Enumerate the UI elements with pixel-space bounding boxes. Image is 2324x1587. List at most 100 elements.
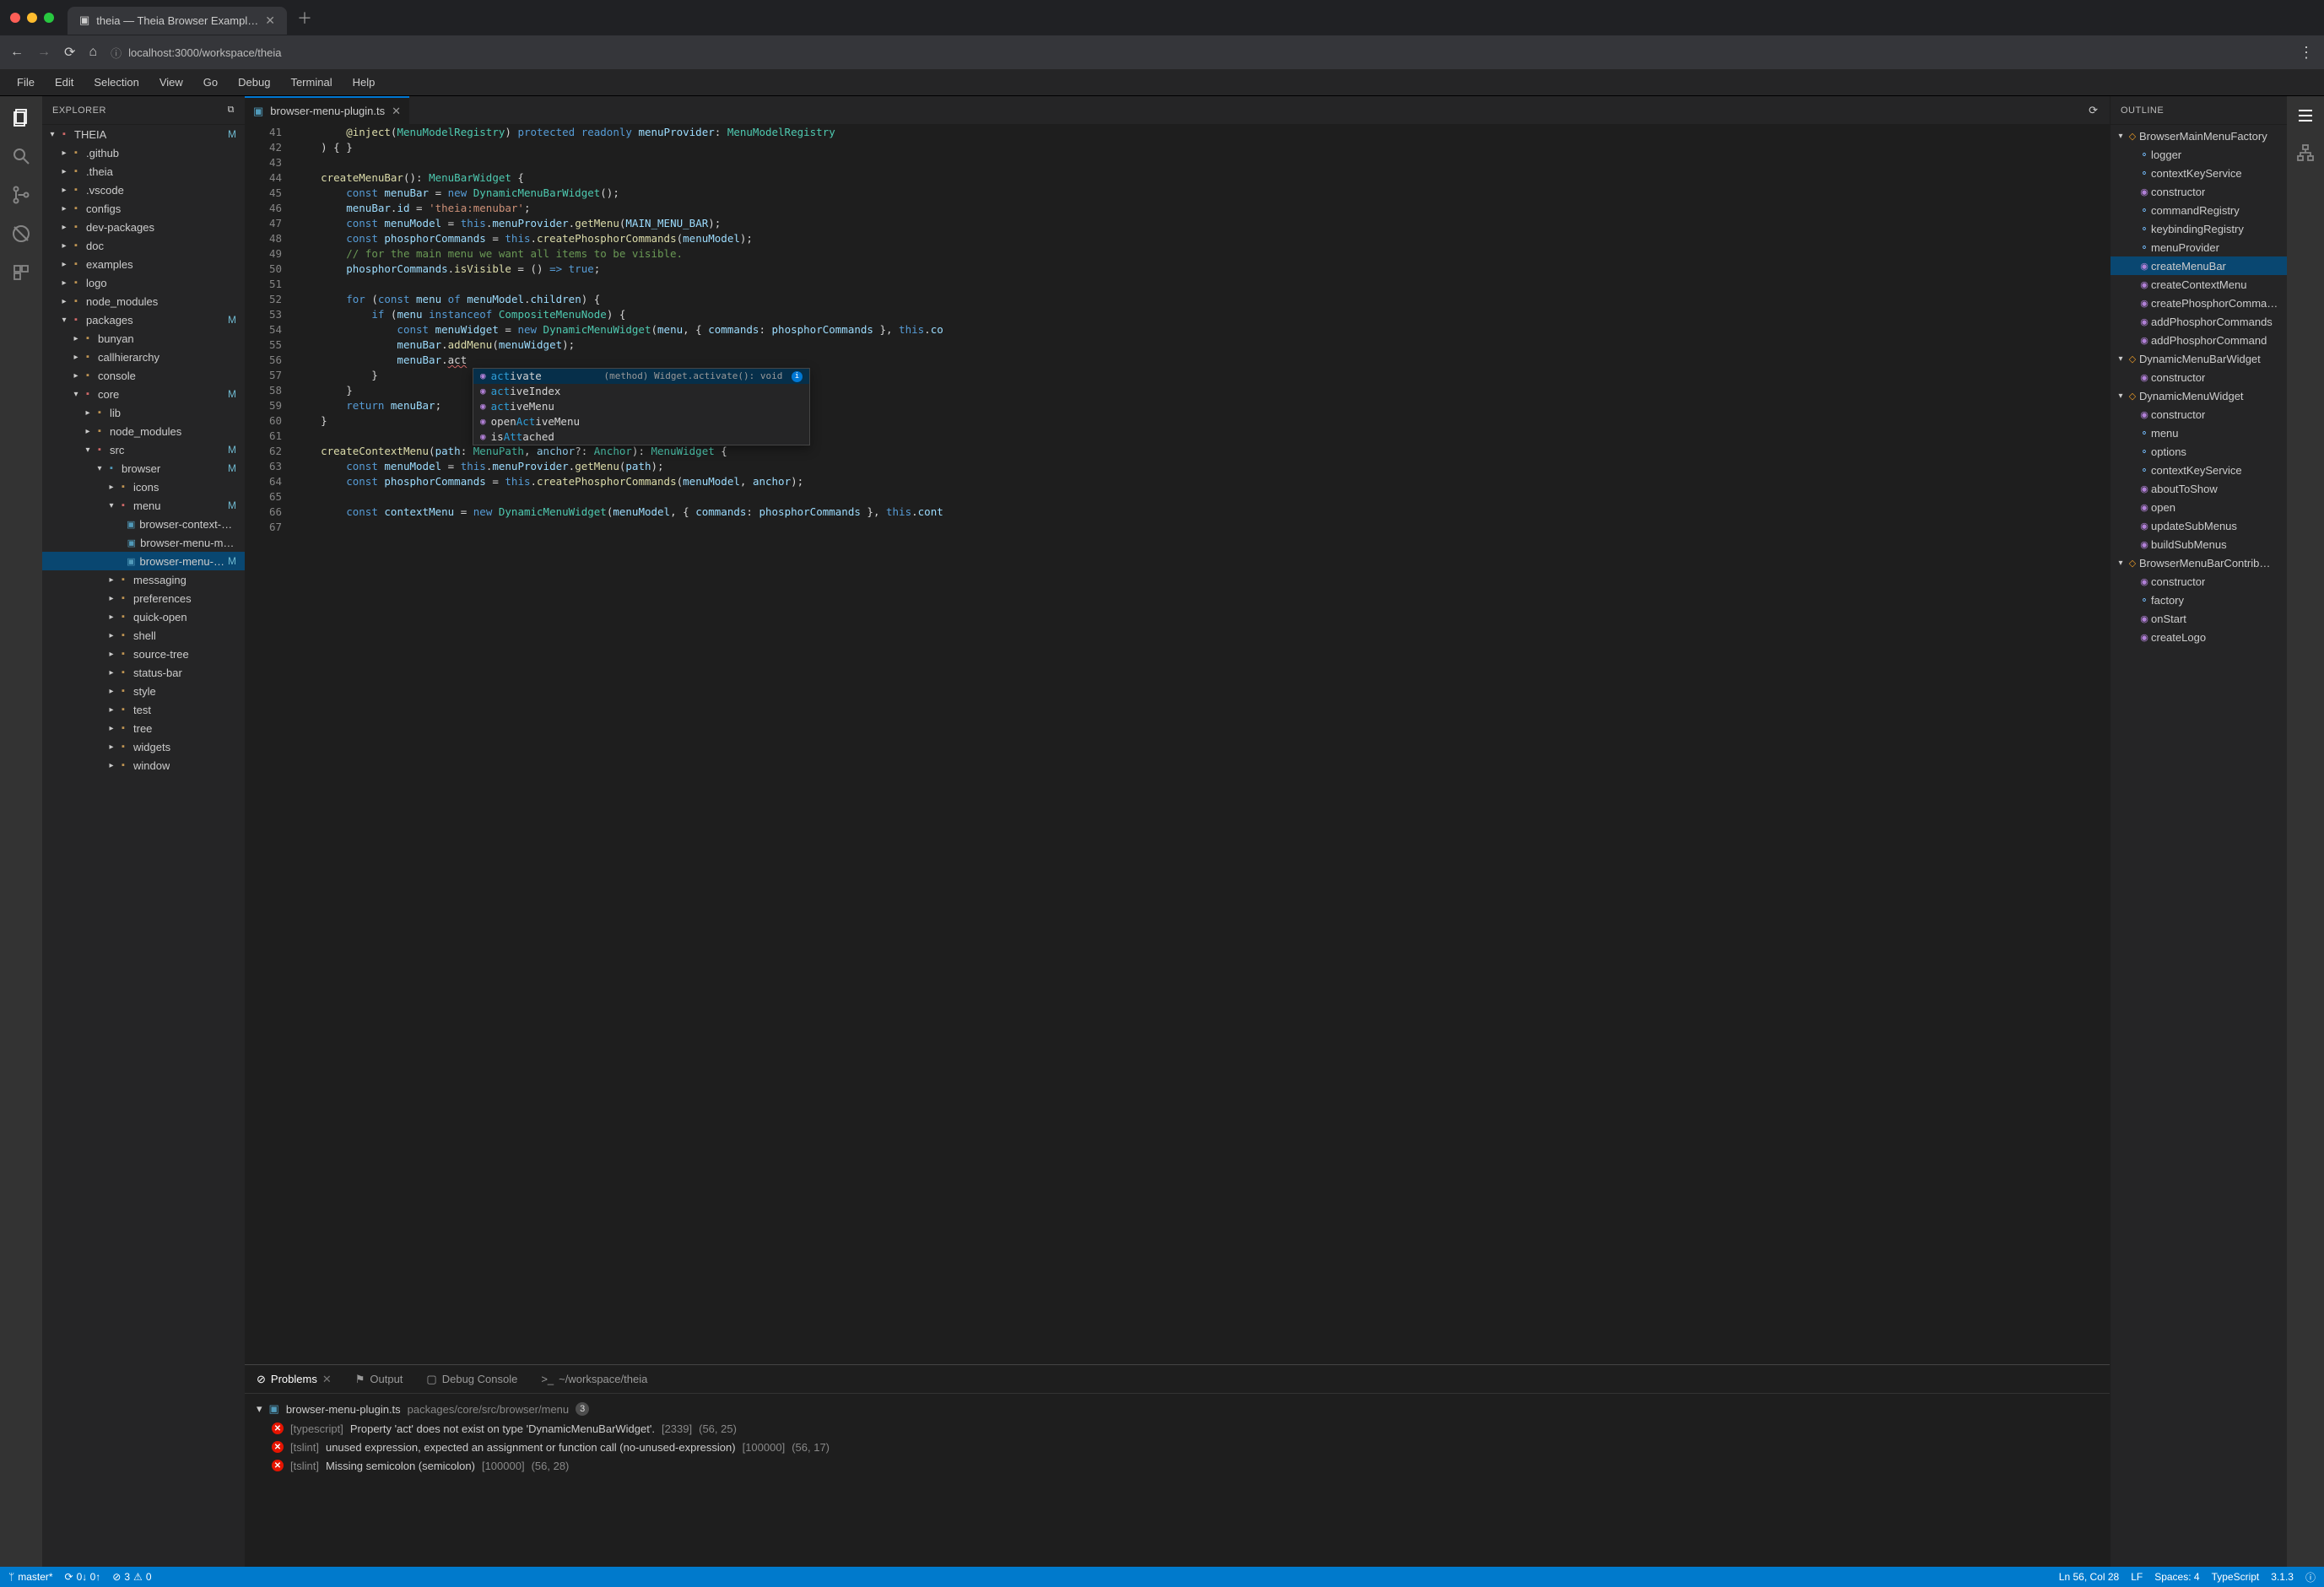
tab-problems[interactable]: ⊘ Problems ✕ xyxy=(257,1373,332,1386)
outline-row[interactable]: ◉addPhosphorCommand xyxy=(2111,331,2287,349)
outline-row[interactable]: ⚬options xyxy=(2111,442,2287,461)
tree-row[interactable]: ▣browser-menu-module.ts xyxy=(42,533,245,552)
tree-row[interactable]: ▾▪browserM xyxy=(42,459,245,478)
tree-row[interactable]: ▸▪.vscode xyxy=(42,181,245,199)
menu-edit[interactable]: Edit xyxy=(46,73,82,92)
more-menu-icon[interactable]: ⋮ xyxy=(2299,44,2314,62)
tree-row[interactable]: ▸▪examples xyxy=(42,255,245,273)
tab-output[interactable]: ⚑ Output xyxy=(355,1373,403,1386)
sync-icon[interactable]: ⟳ xyxy=(2077,96,2110,124)
new-tab-button[interactable]: ＋ xyxy=(297,7,312,29)
status-line-col[interactable]: Ln 56, Col 28 xyxy=(2059,1570,2119,1584)
tree-row[interactable]: ▾▪packagesM xyxy=(42,310,245,329)
tree-row[interactable]: ▸▪callhierarchy xyxy=(42,348,245,366)
editor-tab[interactable]: ▣ browser-menu-plugin.ts ✕ xyxy=(245,96,409,124)
tree-root[interactable]: ▾▪THEIAM xyxy=(42,125,245,143)
problem-file[interactable]: ▾ ▣ browser-menu-plugin.ts packages/core… xyxy=(257,1399,2098,1419)
tree-row[interactable]: ▸▪node_modules xyxy=(42,422,245,440)
browser-tab[interactable]: ▣ theia — Theia Browser Exampl… ✕ xyxy=(68,7,287,35)
outline-row[interactable]: ◉constructor xyxy=(2111,182,2287,201)
suggest-widget[interactable]: ◉activate(method) Widget.activate(): voi… xyxy=(473,368,810,445)
suggest-item[interactable]: ◉openActiveMenu xyxy=(473,414,809,429)
menu-selection[interactable]: Selection xyxy=(85,73,147,92)
outline-row[interactable]: ◉constructor xyxy=(2111,405,2287,424)
debug-icon[interactable] xyxy=(10,223,32,245)
code-content[interactable]: @inject(MenuModelRegistry) protected rea… xyxy=(295,125,2110,1364)
outline-row[interactable]: ◉constructor xyxy=(2111,368,2287,386)
search-icon[interactable] xyxy=(10,145,32,167)
outline-row[interactable]: ⚬menu xyxy=(2111,424,2287,442)
close-icon[interactable]: ✕ xyxy=(392,105,401,118)
outline-row[interactable]: ◉buildSubMenus xyxy=(2111,535,2287,553)
file-tree[interactable]: ▾▪THEIAM▸▪.github▸▪.theia▸▪.vscode▸▪conf… xyxy=(42,125,245,1567)
window-minimize[interactable] xyxy=(27,13,37,23)
tree-row[interactable]: ▾▪coreM xyxy=(42,385,245,403)
outline-row[interactable]: ◉updateSubMenus xyxy=(2111,516,2287,535)
outline-row[interactable]: ▾◇DynamicMenuWidget xyxy=(2111,386,2287,405)
outline-row[interactable]: ◉createLogo xyxy=(2111,628,2287,646)
tree-row[interactable]: ▾▪menuM xyxy=(42,496,245,515)
menu-help[interactable]: Help xyxy=(344,73,384,92)
tree-row[interactable]: ▸▪node_modules xyxy=(42,292,245,310)
close-icon[interactable]: ✕ xyxy=(322,1373,332,1386)
list-icon[interactable] xyxy=(2294,105,2316,127)
tree-row[interactable]: ▸▪shell xyxy=(42,626,245,645)
url-bar[interactable]: ⓘ localhost:3000/workspace/theia xyxy=(111,45,2285,61)
outline-row[interactable]: ◉addPhosphorCommands xyxy=(2111,312,2287,331)
home-icon[interactable]: ⌂ xyxy=(89,45,97,60)
hierarchy-icon[interactable] xyxy=(2294,142,2316,164)
menu-go[interactable]: Go xyxy=(195,73,226,92)
tree-row[interactable]: ▸▪console xyxy=(42,366,245,385)
tree-row[interactable]: ▸▪window xyxy=(42,756,245,775)
outline-row[interactable]: ◉aboutToShow xyxy=(2111,479,2287,498)
window-maximize[interactable] xyxy=(44,13,54,23)
outline-row[interactable]: ▾◇BrowserMainMenuFactory xyxy=(2111,127,2287,145)
reload-icon[interactable]: ⟳ xyxy=(64,44,75,61)
tab-terminal[interactable]: >_ ~/workspace/theia xyxy=(541,1373,647,1385)
outline-row[interactable]: ◉open xyxy=(2111,498,2287,516)
tree-row[interactable]: ▸▪status-bar xyxy=(42,663,245,682)
tree-row[interactable]: ▸▪preferences xyxy=(42,589,245,607)
extensions-icon[interactable] xyxy=(10,262,32,283)
tree-row[interactable]: ▣browser-menu-plugin.tsM xyxy=(42,552,245,570)
window-close[interactable] xyxy=(10,13,20,23)
back-icon[interactable]: ← xyxy=(10,45,24,60)
outline-row[interactable]: ⚬contextKeyService xyxy=(2111,461,2287,479)
outline-row[interactable]: ⚬commandRegistry xyxy=(2111,201,2287,219)
tree-row[interactable]: ▸▪logo xyxy=(42,273,245,292)
status-lang[interactable]: TypeScript xyxy=(2212,1570,2260,1584)
tab-debug-console[interactable]: ▢ Debug Console xyxy=(426,1373,517,1386)
forward-icon[interactable]: → xyxy=(37,45,51,60)
outline-row[interactable]: ◉constructor xyxy=(2111,572,2287,591)
tree-row[interactable]: ▸▪widgets xyxy=(42,737,245,756)
files-icon[interactable] xyxy=(10,106,32,128)
tree-row[interactable]: ▸▪.github xyxy=(42,143,245,162)
outline-row[interactable]: ▾◇DynamicMenuBarWidget xyxy=(2111,349,2287,368)
outline-row[interactable]: ◉createPhosphorComma… xyxy=(2111,294,2287,312)
source-control-icon[interactable] xyxy=(10,184,32,206)
outline-row[interactable]: ⚬factory xyxy=(2111,591,2287,609)
outline-row[interactable]: ◉onStart xyxy=(2111,609,2287,628)
suggest-item[interactable]: ◉activeIndex xyxy=(473,384,809,399)
problem-row[interactable]: ✕[tslint]unused expression, expected an … xyxy=(257,1438,2098,1456)
outline-row[interactable]: ◉createMenuBar xyxy=(2111,256,2287,275)
tree-row[interactable]: ▾▪srcM xyxy=(42,440,245,459)
problem-row[interactable]: ✕[tslint]Missing semicolon (semicolon)[1… xyxy=(257,1456,2098,1475)
menu-file[interactable]: File xyxy=(8,73,43,92)
outline-row[interactable]: ⚬logger xyxy=(2111,145,2287,164)
status-indent[interactable]: Spaces: 4 xyxy=(2154,1570,2199,1584)
outline-row[interactable]: ▾◇BrowserMenuBarContrib… xyxy=(2111,553,2287,572)
outline-row[interactable]: ⚬contextKeyService xyxy=(2111,164,2287,182)
bell-icon[interactable]: ⓘ xyxy=(2305,1570,2316,1584)
multi-window-icon[interactable]: ⧉ xyxy=(228,105,235,116)
close-icon[interactable]: ✕ xyxy=(265,13,275,28)
tree-row[interactable]: ▣browser-context-menu-r… xyxy=(42,515,245,533)
problem-row[interactable]: ✕[typescript]Property 'act' does not exi… xyxy=(257,1419,2098,1438)
tree-row[interactable]: ▸▪dev-packages xyxy=(42,218,245,236)
tree-row[interactable]: ▸▪icons xyxy=(42,478,245,496)
tree-row[interactable]: ▸▪quick-open xyxy=(42,607,245,626)
outline-row[interactable]: ⚬keybindingRegistry xyxy=(2111,219,2287,238)
menu-view[interactable]: View xyxy=(151,73,192,92)
outline-row[interactable]: ⚬menuProvider xyxy=(2111,238,2287,256)
suggest-item[interactable]: ◉isAttached xyxy=(473,429,809,445)
